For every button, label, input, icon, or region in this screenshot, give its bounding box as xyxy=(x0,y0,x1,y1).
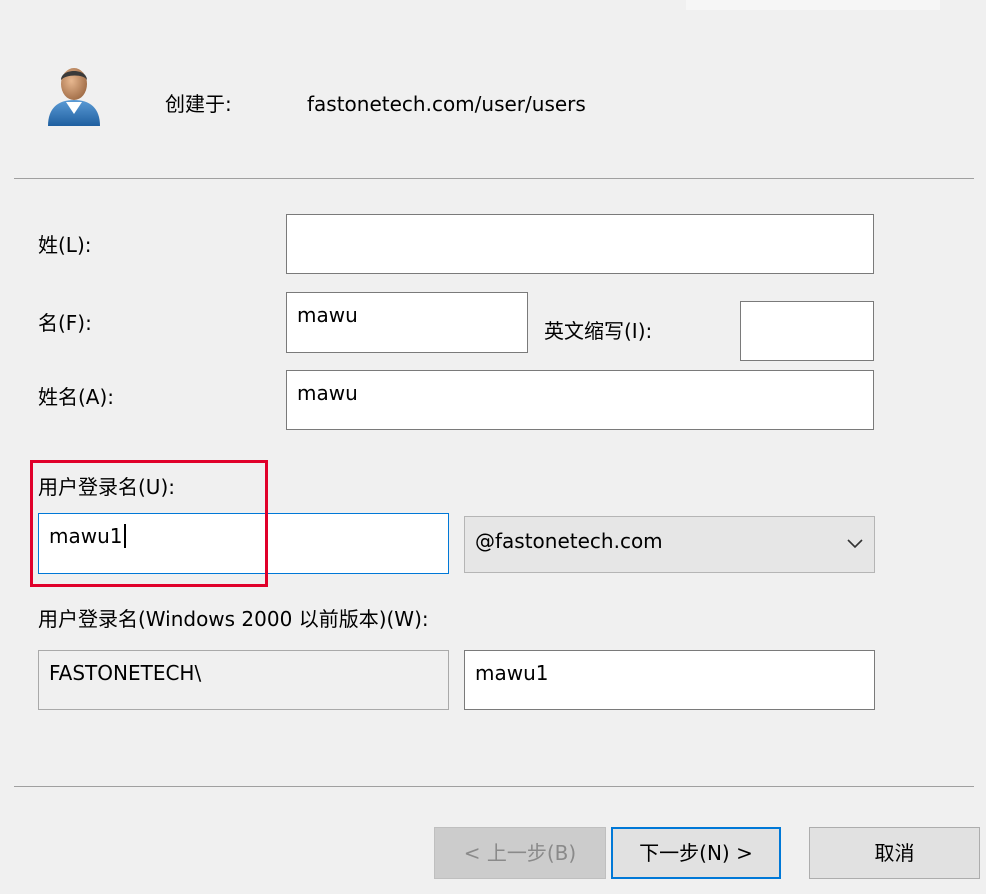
created-in-path: fastonetech.com/user/users xyxy=(307,92,586,116)
chevron-down-icon xyxy=(846,531,864,549)
user-avatar-icon xyxy=(44,64,104,128)
cancel-button[interactable]: 取消 xyxy=(809,827,980,879)
initials-label: 英文缩写(I): xyxy=(544,319,653,343)
created-in-label: 创建于: xyxy=(165,92,232,116)
last-name-label: 姓(L): xyxy=(38,233,92,257)
footer-divider xyxy=(14,786,974,787)
highlight-annotation-box xyxy=(30,460,268,587)
pre2000-logon-input[interactable]: mawu1 xyxy=(464,650,875,710)
full-name-input[interactable]: mawu xyxy=(286,370,874,430)
domain-select-value: @fastonetech.com xyxy=(475,529,663,553)
header-divider xyxy=(14,178,974,179)
initials-input[interactable] xyxy=(740,301,874,361)
first-name-input[interactable]: mawu xyxy=(286,292,528,353)
back-button[interactable]: < 上一步(B) xyxy=(434,827,606,879)
full-name-label: 姓名(A): xyxy=(38,385,115,409)
pre2000-domain-field: FASTONETECH\ xyxy=(38,650,449,710)
next-button[interactable]: 下一步(N) > xyxy=(611,827,781,879)
last-name-input[interactable] xyxy=(286,214,874,274)
pre2000-logon-label: 用户登录名(Windows 2000 以前版本)(W): xyxy=(38,607,429,631)
top-strip xyxy=(686,0,940,10)
domain-select[interactable]: @fastonetech.com xyxy=(464,516,875,573)
first-name-label: 名(F): xyxy=(38,311,92,335)
